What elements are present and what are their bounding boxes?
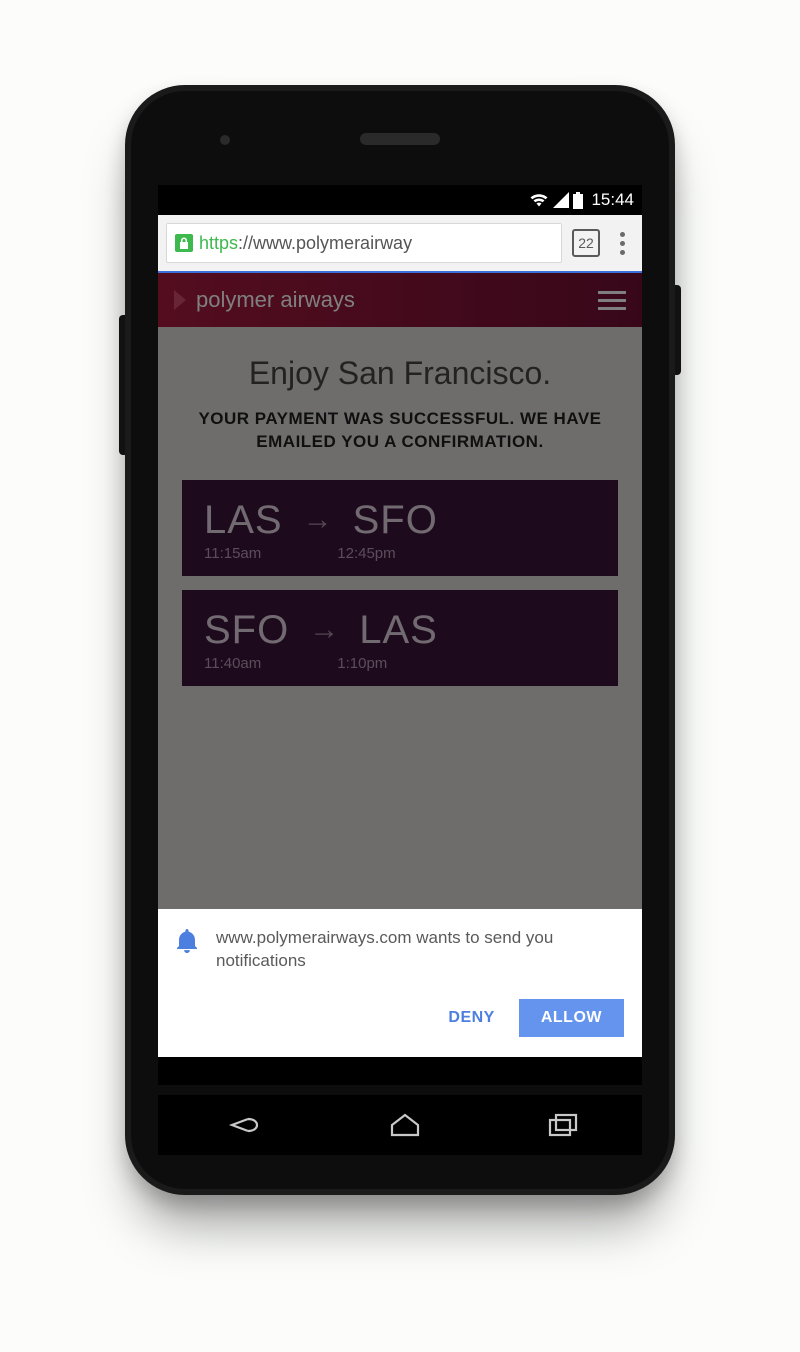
permission-text: www.polymerairways.com wants to send you… bbox=[216, 927, 624, 973]
dep-time: 11:15am bbox=[204, 545, 261, 562]
deny-button[interactable]: DENY bbox=[442, 1001, 500, 1035]
browser-omnibox-bar: https://www.polymerairway 22 bbox=[158, 215, 642, 273]
bell-icon bbox=[176, 929, 198, 973]
dest-code: SFO bbox=[353, 498, 438, 543]
recents-button-icon[interactable] bbox=[546, 1113, 580, 1137]
home-button-icon[interactable] bbox=[388, 1113, 422, 1137]
flight-card[interactable]: SFO → LAS 11:40am 1:10pm bbox=[182, 590, 618, 686]
phone-frame: 15:44 https://www.polymerairway 22 polym… bbox=[125, 85, 675, 1195]
brand-name: polymer airways bbox=[196, 287, 355, 313]
app-header: polymer airways bbox=[158, 273, 642, 327]
hero-subtitle: YOUR PAYMENT WAS SUCCESSFUL. WE HAVE EMA… bbox=[178, 408, 622, 454]
android-navbar bbox=[158, 1095, 642, 1155]
origin-code: LAS bbox=[204, 498, 283, 543]
notification-permission-dialog: www.polymerairways.com wants to send you… bbox=[158, 909, 642, 1057]
flight-card[interactable]: LAS → SFO 11:15am 12:45pm bbox=[182, 480, 618, 576]
page-content: polymer airways Enjoy San Francisco. YOU… bbox=[158, 273, 642, 909]
wifi-icon bbox=[529, 192, 549, 208]
arrow-right-icon: → bbox=[309, 613, 339, 647]
allow-button[interactable]: ALLOW bbox=[519, 999, 624, 1037]
screen: 15:44 https://www.polymerairway 22 polym… bbox=[158, 185, 642, 1085]
back-button-icon[interactable] bbox=[220, 1113, 264, 1137]
arr-time: 12:45pm bbox=[337, 545, 395, 562]
battery-icon bbox=[573, 192, 583, 209]
url-bar[interactable]: https://www.polymerairway bbox=[166, 223, 562, 263]
url-scheme: https bbox=[199, 233, 238, 254]
origin-code: SFO bbox=[204, 608, 289, 653]
status-bar: 15:44 bbox=[158, 185, 642, 215]
hero-title: Enjoy San Francisco. bbox=[178, 355, 622, 392]
clock: 15:44 bbox=[591, 190, 634, 210]
lock-icon bbox=[175, 234, 193, 252]
brand-logo-icon bbox=[174, 290, 186, 310]
cell-signal-icon bbox=[553, 192, 569, 208]
dest-code: LAS bbox=[359, 608, 438, 653]
overflow-menu-icon[interactable] bbox=[610, 232, 634, 255]
tab-switcher[interactable]: 22 bbox=[572, 229, 600, 257]
dep-time: 11:40am bbox=[204, 655, 261, 672]
hamburger-menu-icon[interactable] bbox=[598, 291, 626, 310]
arr-time: 1:10pm bbox=[337, 655, 387, 672]
url-rest: ://www.polymerairway bbox=[238, 233, 412, 254]
arrow-right-icon: → bbox=[303, 503, 333, 537]
